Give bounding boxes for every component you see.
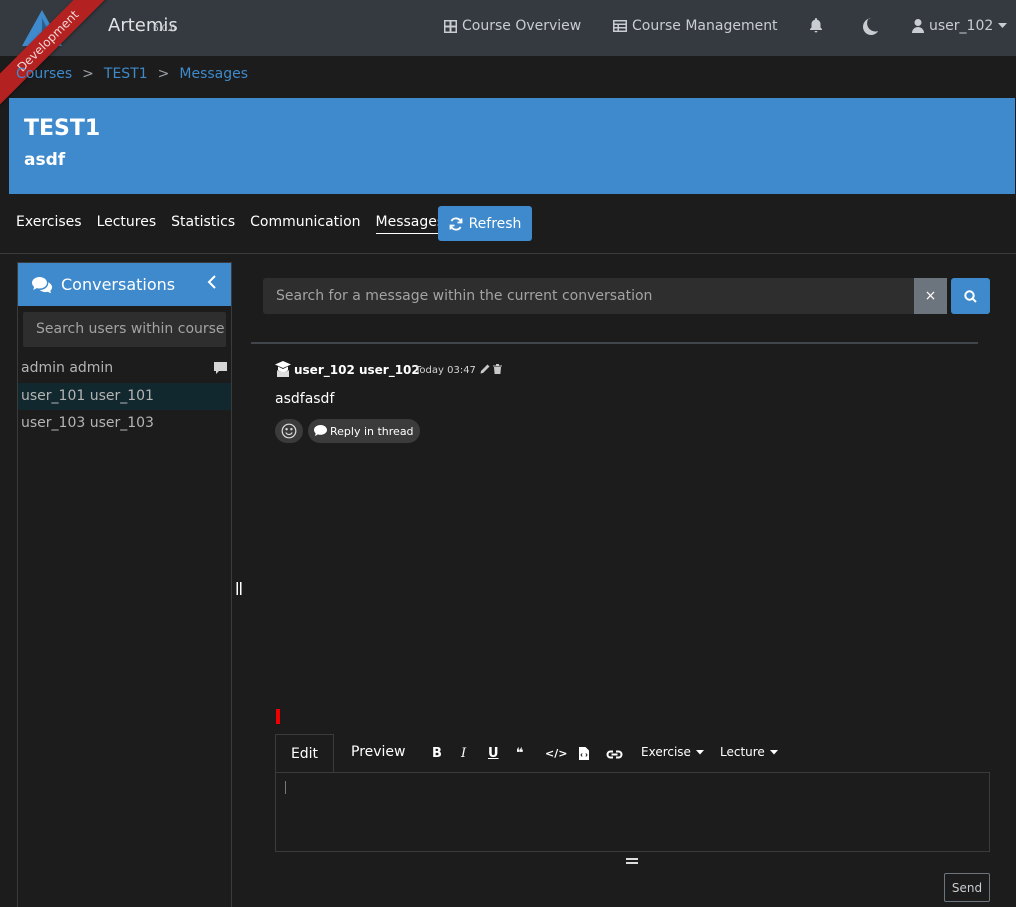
divider xyxy=(0,253,1016,254)
message-search-input[interactable]: Search for a message within the current … xyxy=(263,278,914,314)
tab-edit[interactable]: Edit xyxy=(275,734,334,772)
search-button[interactable] xyxy=(951,278,990,314)
clear-search-button[interactable]: × xyxy=(914,278,947,314)
lecture-dropdown-label: Lecture xyxy=(720,745,765,759)
tab-messages[interactable]: Messages xyxy=(375,214,445,234)
course-title: TEST1 xyxy=(24,116,101,141)
reply-in-thread-button[interactable]: Reply in thread xyxy=(308,419,420,443)
grip-vertical-icon xyxy=(236,582,242,595)
lecture-dropdown[interactable]: Lecture xyxy=(720,745,778,759)
trash-icon[interactable] xyxy=(493,364,502,374)
comment-icon xyxy=(314,425,327,436)
course-subtitle: asdf xyxy=(24,150,66,170)
sidebar-resize-handle[interactable] xyxy=(236,582,242,598)
search-icon xyxy=(964,289,977,303)
graduation-cap-icon xyxy=(275,361,291,377)
comment-icon xyxy=(214,362,227,374)
breadcrumb-courses[interactable]: Courses xyxy=(16,66,72,82)
code-block-button[interactable] xyxy=(579,744,589,762)
conversations-header: Conversations xyxy=(18,263,231,306)
user-icon xyxy=(912,19,924,33)
conversation-name: user_103 user_103 xyxy=(21,415,154,431)
add-reaction-button[interactable] xyxy=(275,419,303,443)
breadcrumb-separator: > xyxy=(157,66,170,82)
theme-toggle-button[interactable] xyxy=(862,18,879,35)
refresh-icon xyxy=(449,216,462,231)
chevron-left-icon[interactable] xyxy=(207,274,217,290)
reply-label: Reply in thread xyxy=(330,424,414,438)
brand-version: 6.0.0 xyxy=(153,24,176,34)
course-management-label: Course Management xyxy=(632,18,778,34)
notifications-button[interactable] xyxy=(809,18,823,33)
comments-icon xyxy=(32,276,53,293)
course-header: TEST1 asdf xyxy=(9,98,1015,194)
conversation-item[interactable]: user_101 user_101 xyxy=(18,383,231,410)
divider xyxy=(251,342,978,344)
caret-down-icon xyxy=(998,23,1008,28)
breadcrumb-messages[interactable]: Messages xyxy=(179,66,248,82)
tab-exercises[interactable]: Exercises xyxy=(16,214,82,234)
conversations-sidebar: Conversations Search users within course… xyxy=(17,262,232,907)
course-overview-label: Course Overview xyxy=(462,18,582,34)
course-overview-link[interactable]: Course Overview xyxy=(444,18,581,34)
exercise-dropdown-label: Exercise xyxy=(641,745,691,759)
tab-preview[interactable]: Preview xyxy=(351,744,406,760)
text-cursor xyxy=(285,781,286,794)
post-timestamp: Today 03:47 xyxy=(415,365,476,376)
post-actions xyxy=(480,364,502,374)
user-search-input[interactable]: Search users within course xyxy=(23,312,226,347)
post-author[interactable]: user_102 user_102 xyxy=(294,363,420,377)
conversation-name: user_101 user_101 xyxy=(21,388,154,404)
conversation-item[interactable]: admin admin xyxy=(18,355,231,382)
breadcrumb: Courses > TEST1 > Messages xyxy=(16,66,248,82)
code-button[interactable]: </> xyxy=(545,744,567,762)
grid-icon xyxy=(444,19,457,33)
conversations-title: Conversations xyxy=(61,275,176,294)
user-menu[interactable]: user_102 xyxy=(912,18,1008,34)
editor-resize-handle[interactable] xyxy=(626,858,638,864)
message-editor[interactable] xyxy=(275,772,990,852)
tab-statistics[interactable]: Statistics xyxy=(171,214,235,234)
navbar: Artemis 6.0.0 Course Overview Course Man… xyxy=(0,0,1016,56)
caret-down-icon xyxy=(695,749,704,754)
course-management-link[interactable]: Course Management xyxy=(613,18,778,34)
breadcrumb-separator: > xyxy=(82,66,94,82)
italic-button[interactable]: I xyxy=(461,744,466,762)
link-button[interactable] xyxy=(606,744,623,762)
table-icon xyxy=(613,20,627,32)
breadcrumb-course[interactable]: TEST1 xyxy=(104,66,148,82)
focus-marker xyxy=(276,709,280,724)
send-button[interactable]: Send xyxy=(944,873,990,902)
post-content: asdfasdf xyxy=(275,391,335,407)
smiley-icon xyxy=(281,423,297,439)
refresh-label: Refresh xyxy=(468,215,522,232)
bell-icon xyxy=(810,18,822,33)
refresh-button[interactable]: Refresh xyxy=(438,206,532,241)
quote-button[interactable]: ❝ xyxy=(516,744,524,762)
conversation-name: admin admin xyxy=(21,360,114,376)
conversation-item[interactable]: user_103 user_103 xyxy=(18,410,231,437)
tab-lectures[interactable]: Lectures xyxy=(97,214,157,234)
underline-button[interactable]: U xyxy=(488,744,499,762)
link-icon xyxy=(606,750,623,758)
caret-down-icon xyxy=(769,749,778,754)
moon-icon xyxy=(863,18,879,35)
pencil-icon[interactable] xyxy=(480,364,490,374)
tab-communication[interactable]: Communication xyxy=(250,214,360,234)
file-code-icon xyxy=(579,746,589,760)
bold-button[interactable]: B xyxy=(432,744,442,762)
user-name: user_102 xyxy=(929,18,994,34)
course-tabs: Exercises Lectures Statistics Communicat… xyxy=(16,214,445,234)
exercise-dropdown[interactable]: Exercise xyxy=(641,745,704,759)
